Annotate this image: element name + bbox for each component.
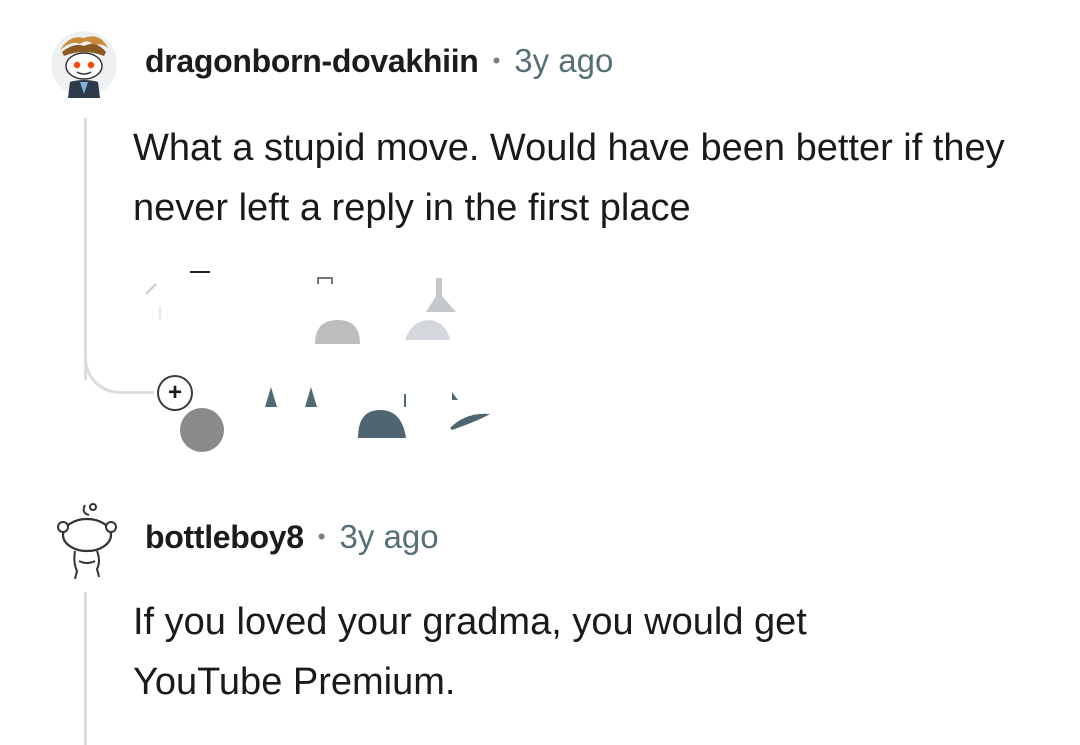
thread-line-2 <box>84 592 87 745</box>
comment-1: dragonborn-dovakhiin • 3y ago What a stu… <box>0 0 1080 470</box>
expand-replies-button[interactable]: + <box>157 375 193 411</box>
broken-action-icons <box>145 271 490 452</box>
comment-body: If you loved your gradma, you would get … <box>133 601 807 703</box>
snoo-avatar-icon[interactable] <box>50 30 118 98</box>
separator-dot: • <box>492 48 501 73</box>
expand-symbol: + <box>167 379 182 406</box>
comment-2-meta: bottleboy8 • 3y ago <box>145 518 439 556</box>
separator-dot: • <box>317 524 326 549</box>
username[interactable]: dragonborn-dovakhiin <box>145 43 479 80</box>
comment-1-meta: dragonborn-dovakhiin • 3y ago <box>145 42 613 80</box>
comment-body: What a stupid move. Would have been bett… <box>133 127 1005 229</box>
snoo-outline-avatar-icon[interactable] <box>53 503 121 580</box>
timestamp[interactable]: 3y ago <box>514 42 613 80</box>
timestamp[interactable]: 3y ago <box>340 518 439 556</box>
username[interactable]: bottleboy8 <box>145 519 304 556</box>
